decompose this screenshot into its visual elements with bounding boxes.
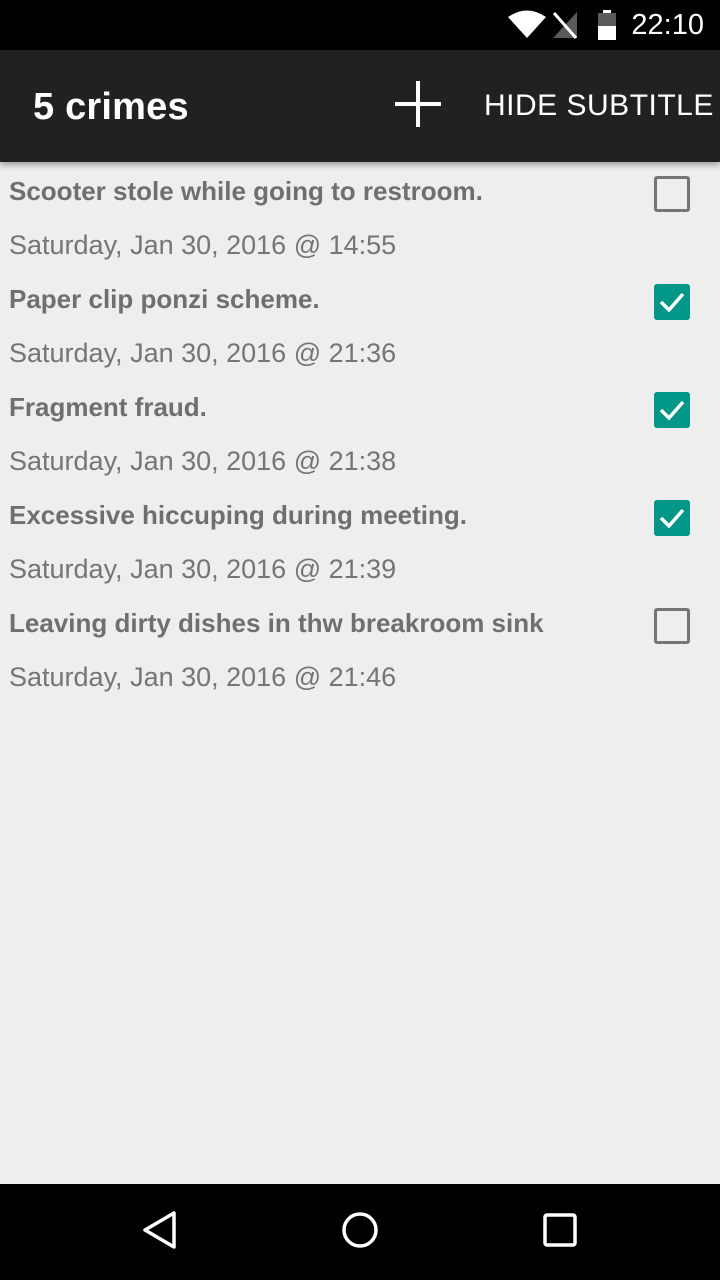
crime-title: Leaving dirty dishes in thw breakroom si… — [9, 608, 544, 638]
recents-icon — [540, 1210, 580, 1255]
no-signal-icon — [551, 10, 579, 40]
crime-title: Fragment fraud. — [9, 392, 207, 422]
status-icons: 22:10 — [507, 0, 704, 50]
add-crime-button[interactable] — [388, 76, 448, 136]
recents-button[interactable] — [536, 1208, 584, 1256]
list-item[interactable]: Fragment fraud. Saturday, Jan 30, 2016 @… — [0, 378, 720, 486]
list-item[interactable]: Scooter stole while going to restroom. S… — [0, 162, 720, 270]
back-button[interactable] — [136, 1208, 184, 1256]
home-icon — [340, 1210, 380, 1255]
list-item[interactable]: Paper clip ponzi scheme. Saturday, Jan 3… — [0, 270, 720, 378]
crime-date: Saturday, Jan 30, 2016 @ 14:55 — [9, 230, 397, 260]
status-bar: 22:10 — [0, 0, 720, 50]
crime-list: Scooter stole while going to restroom. S… — [0, 162, 720, 702]
status-time: 22:10 — [631, 8, 704, 41]
app-bar: 5 crimes HIDE SUBTITLE — [0, 50, 720, 162]
navigation-bar — [0, 1184, 720, 1280]
back-icon — [140, 1210, 180, 1255]
list-item[interactable]: Excessive hiccuping during meeting. Satu… — [0, 486, 720, 594]
solved-checkbox[interactable] — [654, 176, 690, 212]
list-item[interactable]: Leaving dirty dishes in thw breakroom si… — [0, 594, 720, 702]
checkmark-icon — [659, 400, 685, 421]
crime-date: Saturday, Jan 30, 2016 @ 21:36 — [9, 338, 397, 368]
crime-date: Saturday, Jan 30, 2016 @ 21:38 — [9, 446, 397, 476]
crime-title: Scooter stole while going to restroom. — [9, 176, 483, 206]
wifi-icon — [507, 10, 547, 40]
solved-checkbox[interactable] — [654, 392, 690, 428]
home-button[interactable] — [336, 1208, 384, 1256]
crime-date: Saturday, Jan 30, 2016 @ 21:39 — [9, 554, 397, 584]
crime-date: Saturday, Jan 30, 2016 @ 21:46 — [9, 662, 397, 692]
checkmark-icon — [659, 508, 685, 529]
hide-subtitle-button[interactable]: HIDE SUBTITLE — [484, 89, 714, 123]
battery-icon — [597, 10, 617, 40]
plus-icon — [393, 79, 443, 134]
solved-checkbox[interactable] — [654, 500, 690, 536]
solved-checkbox[interactable] — [654, 284, 690, 320]
solved-checkbox[interactable] — [654, 608, 690, 644]
crime-title: Paper clip ponzi scheme. — [9, 284, 320, 314]
checkmark-icon — [659, 292, 685, 313]
page-title: 5 crimes — [33, 86, 189, 128]
crime-title: Excessive hiccuping during meeting. — [9, 500, 468, 530]
